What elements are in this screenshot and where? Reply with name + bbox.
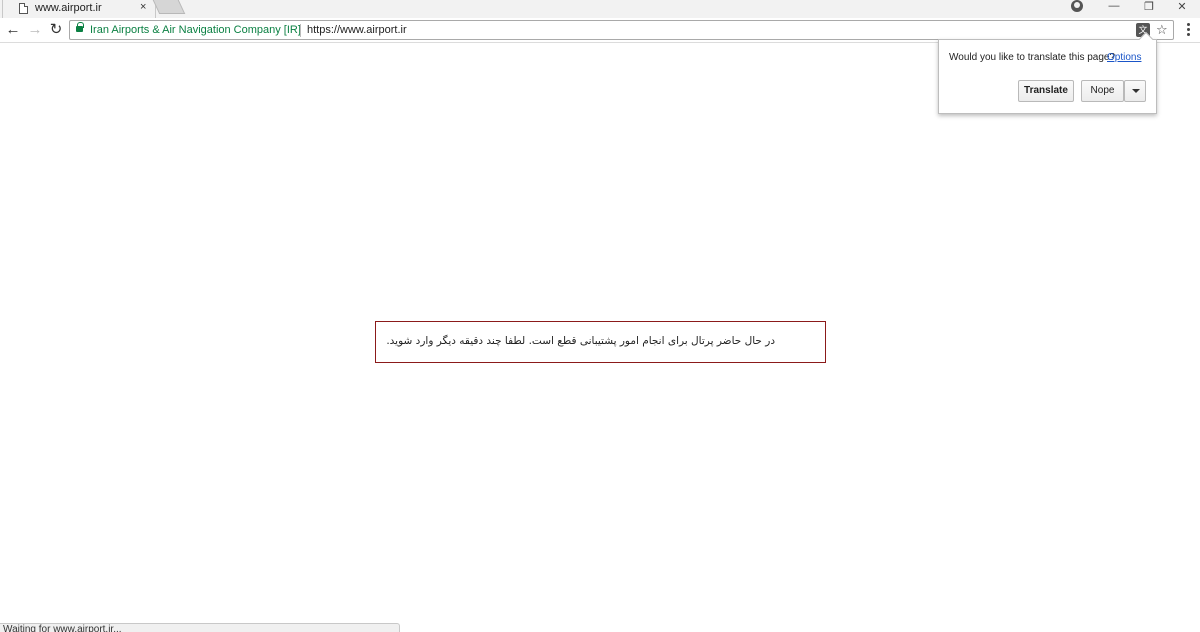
new-tab-button[interactable] <box>152 0 186 14</box>
chevron-down-icon <box>1132 89 1140 93</box>
certificate-name[interactable]: Iran Airports & Air Navigation Company [… <box>90 24 301 36</box>
translate-options-link[interactable]: Options <box>1107 52 1141 63</box>
forward-icon[interactable]: → <box>26 21 44 39</box>
tab-close-icon[interactable]: × <box>140 1 146 13</box>
translate-question: Would you like to translate this page? <box>949 52 1116 63</box>
bookmark-star-icon[interactable]: ☆ <box>1156 22 1168 38</box>
tab-title: www.airport.ir <box>35 2 102 14</box>
page-icon <box>19 3 28 14</box>
restore-icon[interactable]: ❐ <box>1135 0 1163 13</box>
maintenance-message-box: در حال حاضر پرتال برای انجام امور پشتیبا… <box>375 321 826 363</box>
reload-icon[interactable]: ↻ <box>47 21 65 39</box>
lock-icon[interactable] <box>76 22 84 32</box>
url-text[interactable]: https://www.airport.ir <box>307 24 407 36</box>
chrome-menu-icon[interactable] <box>1182 22 1194 38</box>
address-separator <box>300 24 301 37</box>
tab-airport[interactable]: www.airport.ir × <box>2 0 156 18</box>
close-window-icon[interactable]: ✕ <box>1168 0 1196 13</box>
maintenance-message: در حال حاضر پرتال برای انجام امور پشتیبا… <box>386 335 775 347</box>
status-text: Waiting for www.airport.ir... <box>3 624 122 632</box>
back-icon[interactable]: ← <box>4 21 22 39</box>
address-bar[interactable]: Iran Airports & Air Navigation Company [… <box>69 20 1174 40</box>
translate-button[interactable]: Translate <box>1018 80 1074 102</box>
profile-icon[interactable] <box>1071 0 1083 12</box>
translate-bubble: Would you like to translate this page? O… <box>938 31 1157 114</box>
nope-button[interactable]: Nope <box>1081 80 1124 102</box>
minimize-icon[interactable]: — <box>1100 0 1128 12</box>
translate-dropdown-button[interactable] <box>1124 80 1146 102</box>
status-bar: Waiting for www.airport.ir... <box>0 623 400 632</box>
browser-window: www.airport.ir × — ❐ ✕ ← → ↻ Iran Airpor… <box>0 0 1200 632</box>
tab-strip: www.airport.ir × — ❐ ✕ <box>0 0 1200 18</box>
